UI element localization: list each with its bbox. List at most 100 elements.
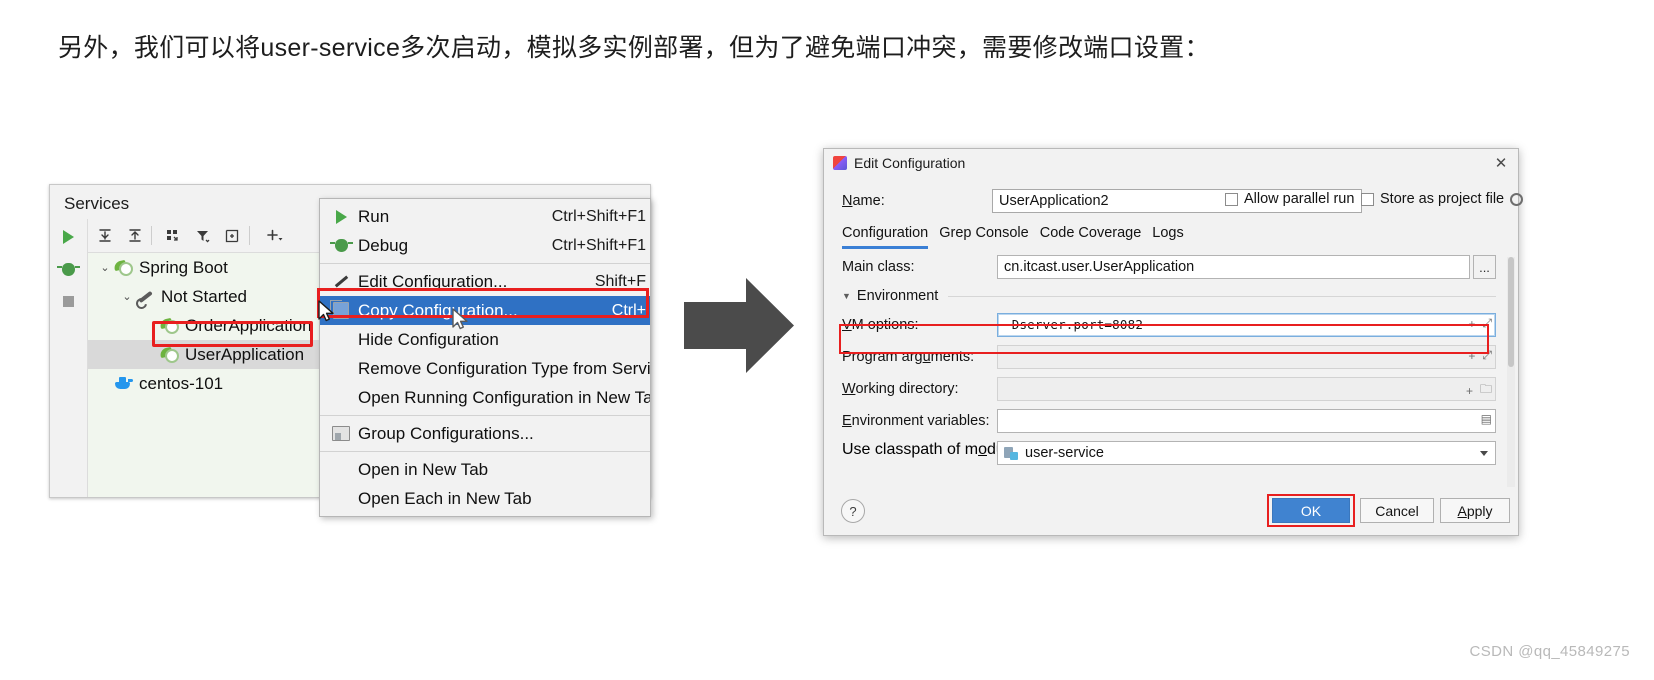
spring-boot-icon [159, 346, 179, 363]
expand-all-icon[interactable] [94, 225, 116, 247]
close-icon[interactable]: ✕ [1492, 154, 1510, 172]
run-icon[interactable] [58, 227, 78, 247]
menu-item-remove-configuration-type[interactable]: Remove Configuration Type from Services [320, 354, 650, 383]
menu-item-open-running-configuration[interactable]: Open Running Configuration in New Tab [320, 383, 650, 412]
allow-parallel-run-checkbox[interactable]: Allow parallel run [1225, 191, 1354, 207]
debug-icon[interactable] [56, 259, 80, 279]
menu-item-open-each-in-new-tab[interactable]: Open Each in New Tab [320, 484, 650, 513]
docker-icon [114, 376, 133, 391]
menu-separator [320, 451, 650, 452]
classpath-module-label: Use classpath of module: [842, 441, 1022, 458]
tab-code-coverage[interactable]: Code Coverage [1040, 225, 1142, 249]
environment-variables-trailing-icons: ▤ [1481, 412, 1492, 426]
group-by-icon[interactable] [162, 225, 184, 247]
working-directory-input[interactable] [997, 377, 1496, 401]
chevron-down-icon[interactable]: ▼ [842, 291, 851, 301]
menu-item-label: Copy Configuration... [358, 300, 518, 320]
spring-boot-icon [159, 317, 179, 334]
vm-options-input[interactable]: -Dserver.port=8082 [997, 313, 1496, 337]
services-panel-title: Services [64, 194, 130, 213]
wrench-icon [136, 289, 155, 305]
folder-icon[interactable]: 🗀 [1480, 380, 1492, 401]
classpath-module-select[interactable]: user-service [997, 441, 1496, 465]
menu-item-shortcut: Ctrl+Shift+F1 [551, 236, 646, 254]
working-directory-row: Working directory: + 🗀 [842, 377, 1496, 401]
cancel-button[interactable]: Cancel [1360, 498, 1434, 523]
add-icon[interactable] [264, 225, 286, 247]
program-arguments-input[interactable] [997, 345, 1496, 369]
folder-icon [328, 424, 354, 444]
menu-item-label: Group Configurations... [358, 423, 534, 443]
page-title: 另外，我们可以将user-service多次启动，模拟多实例部署，但为了避免端口… [58, 34, 1210, 62]
checkbox-box[interactable] [1225, 192, 1238, 206]
menu-item-label: Open Running Configuration in New Tab [358, 387, 651, 407]
dialog-scrollbar[interactable] [1507, 257, 1515, 487]
menu-icon-placeholder [328, 330, 354, 350]
menu-item-shortcut: Shift+F [594, 272, 646, 290]
filter-icon[interactable] [192, 225, 214, 247]
apply-button[interactable]: Apply [1440, 498, 1510, 523]
menu-item-run[interactable]: Run Ctrl+Shift+F1 [320, 202, 650, 231]
main-class-row: Main class: cn.itcast.user.UserApplicati… [842, 255, 1496, 279]
expand-icon[interactable]: ⤢ [1482, 316, 1492, 331]
browse-icon[interactable]: ▤ [1481, 412, 1492, 426]
menu-item-label: Open Each in New Tab [358, 488, 532, 508]
intellij-icon [833, 156, 847, 170]
menu-item-group-configurations[interactable]: Group Configurations... [320, 419, 650, 448]
name-label: Name: [842, 193, 885, 209]
configuration-panel: Main class: cn.itcast.user.UserApplicati… [842, 255, 1496, 489]
tree-item-label: Not Started [161, 286, 247, 306]
menu-item-open-in-new-tab[interactable]: Open in New Tab [320, 455, 650, 484]
tab-configuration[interactable]: Configuration [842, 225, 929, 249]
environment-label: Environment [856, 288, 939, 304]
spring-boot-icon [113, 259, 133, 276]
flow-arrow-icon [684, 278, 794, 373]
stop-icon[interactable] [58, 291, 78, 311]
menu-item-debug[interactable]: Debug Ctrl+Shift+F1 [320, 231, 650, 260]
menu-item-edit-configuration[interactable]: Edit Configuration... Shift+F [320, 267, 650, 296]
checkbox-box[interactable] [1361, 192, 1374, 206]
menu-item-label: Remove Configuration Type from Services [358, 358, 651, 378]
main-class-input[interactable]: cn.itcast.user.UserApplication [997, 255, 1470, 279]
scrollbar-thumb[interactable] [1508, 257, 1514, 367]
dialog-title: Edit Configuration [854, 155, 966, 171]
program-arguments-row: Program arguments: + ⤢ [842, 345, 1496, 369]
add-tab-icon[interactable] [221, 225, 243, 247]
classpath-module-row: Use classpath of module: user-service [842, 441, 1496, 465]
working-directory-trailing-icons: + 🗀 [1466, 380, 1492, 401]
menu-item-hide-configuration[interactable]: Hide Configuration [320, 325, 650, 354]
edit-configuration-dialog: Edit Configuration ✕ Name: UserApplicati… [823, 148, 1524, 536]
chevron-down-icon[interactable]: ⌄ [118, 290, 136, 303]
chevron-down-icon[interactable]: ⌄ [96, 261, 114, 274]
copy-icon [328, 300, 354, 321]
add-icon[interactable]: + [1468, 317, 1475, 331]
tab-grep-console[interactable]: Grep Console [939, 225, 1028, 249]
name-row: Name: UserApplication2 Allow parallel ru… [842, 189, 1524, 213]
dialog-body: Name: UserApplication2 Allow parallel ru… [824, 177, 1524, 535]
help-button[interactable]: ? [841, 499, 865, 523]
menu-separator [320, 263, 650, 264]
ok-button[interactable]: OK [1272, 498, 1350, 523]
tab-logs[interactable]: Logs [1152, 225, 1183, 249]
store-as-project-file-label: Store as project file [1380, 191, 1505, 207]
store-as-project-file-checkbox[interactable]: Store as project file [1361, 191, 1524, 207]
environment-section-header[interactable]: ▼ Environment [842, 287, 1496, 305]
watermark: CSDN @qq_45849275 [1469, 643, 1630, 660]
dialog-footer: ? OK Cancel Apply [824, 491, 1518, 535]
add-icon[interactable]: + [1466, 384, 1473, 398]
menu-item-copy-configuration[interactable]: Copy Configuration... Ctrl+ [320, 296, 650, 325]
environment-variables-input[interactable] [997, 409, 1496, 433]
expand-icon[interactable]: ⤢ [1482, 348, 1492, 363]
dialog-tabs: Configuration Grep Console Code Coverage… [842, 225, 1184, 249]
vm-options-trailing-icons: + ⤢ [1468, 316, 1492, 331]
menu-item-label: Open in New Tab [358, 459, 489, 479]
gear-icon[interactable] [1510, 192, 1524, 206]
menu-icon-placeholder [328, 388, 354, 408]
add-icon[interactable]: + [1468, 349, 1475, 363]
program-arguments-trailing-icons: + ⤢ [1468, 348, 1492, 363]
main-class-browse-button[interactable]: ... [1473, 255, 1496, 279]
working-directory-label: Working directory: [842, 381, 959, 397]
tree-item-label: UserApplication [185, 344, 305, 364]
collapse-all-icon[interactable] [124, 225, 146, 247]
chevron-down-icon[interactable] [1480, 451, 1488, 456]
